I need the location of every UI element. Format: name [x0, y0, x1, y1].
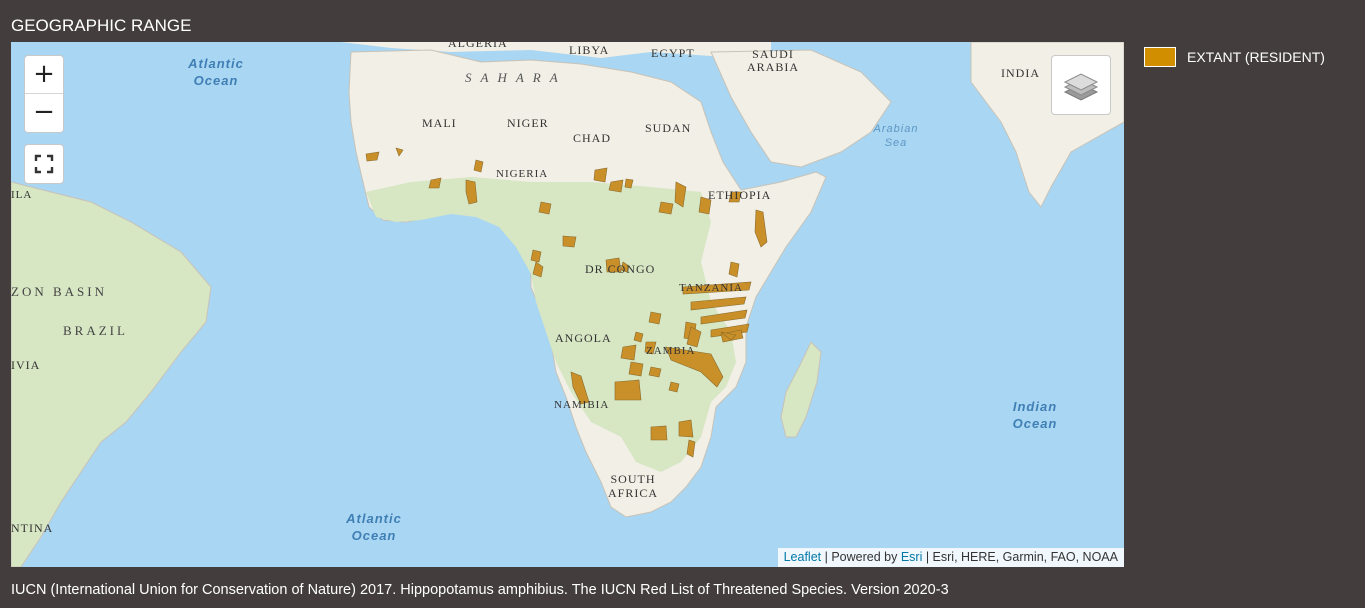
label-namibia: NAMIBIA	[554, 399, 610, 411]
layers-icon	[1063, 73, 1099, 101]
label-ethiopia: ETHIOPIA	[708, 188, 772, 202]
label-zambia: ZAMBIA	[646, 345, 696, 357]
zoom-in-button[interactable]: +	[25, 56, 63, 94]
label-bolivia: IVIA	[11, 358, 41, 372]
label-saudi-arabia: SAUDI ARABIA	[746, 47, 799, 74]
label-niger: NIGER	[507, 116, 549, 130]
label-nigeria: NIGERIA	[496, 168, 549, 180]
map-basemap[interactable]	[11, 42, 1124, 567]
legend-swatch-extant-resident	[1144, 47, 1176, 67]
label-tanzania: TANZANIA	[679, 282, 743, 294]
leaflet-link[interactable]: Leaflet	[784, 550, 822, 564]
label-mali: MALI	[422, 116, 457, 130]
citation-text: IUCN (International Union for Conservati…	[11, 582, 949, 598]
esri-link[interactable]: Esri	[901, 550, 923, 564]
zoom-out-button[interactable]: −	[25, 94, 63, 132]
label-angola: ANGOLA	[555, 331, 612, 345]
label-libya: LIBYA	[569, 43, 610, 57]
label-atlantic-ocean-north: Atlantic Ocean	[188, 56, 244, 88]
map-attribution: Leaflet | Powered by Esri | Esri, HERE, …	[777, 548, 1124, 567]
label-dr-congo: DR CONGO	[585, 262, 656, 276]
label-brazil: BRAZIL	[63, 323, 128, 338]
fullscreen-button[interactable]	[24, 144, 64, 184]
label-ila: ILA	[11, 189, 33, 201]
label-indian-ocean: Indian Ocean	[1012, 399, 1058, 431]
map-legend: EXTANT (RESIDENT)	[1144, 47, 1325, 67]
section-title: GEOGRAPHIC RANGE	[11, 16, 192, 35]
label-sahara: SAHARA	[465, 70, 567, 85]
range-map[interactable]: ALGERIA LIBYA EGYPT SAUDI ARABIA INDIA S…	[11, 42, 1124, 567]
attribution-sources: | Esri, HERE, Garmin, FAO, NOAA	[922, 550, 1118, 564]
label-atlantic-ocean-south: Atlantic Ocean	[346, 511, 402, 543]
label-chad: CHAD	[573, 131, 612, 145]
label-india: INDIA	[1001, 66, 1040, 80]
label-algeria: ALGERIA	[448, 42, 508, 50]
label-sudan: SUDAN	[645, 121, 692, 135]
label-argentina: NTINA	[11, 521, 54, 535]
label-egypt: EGYPT	[651, 46, 695, 60]
label-south-africa: SOUTH AFRICA	[607, 472, 658, 500]
attribution-powered-by: | Powered by	[821, 550, 901, 564]
zoom-control: + −	[24, 55, 64, 133]
label-amazon-basin: ZON BASIN	[11, 284, 107, 299]
legend-label-extant-resident: EXTANT (RESIDENT)	[1187, 49, 1325, 65]
fullscreen-icon	[34, 154, 54, 174]
layers-button[interactable]	[1051, 55, 1111, 115]
label-arabian-sea: Arabian Sea	[873, 123, 919, 149]
